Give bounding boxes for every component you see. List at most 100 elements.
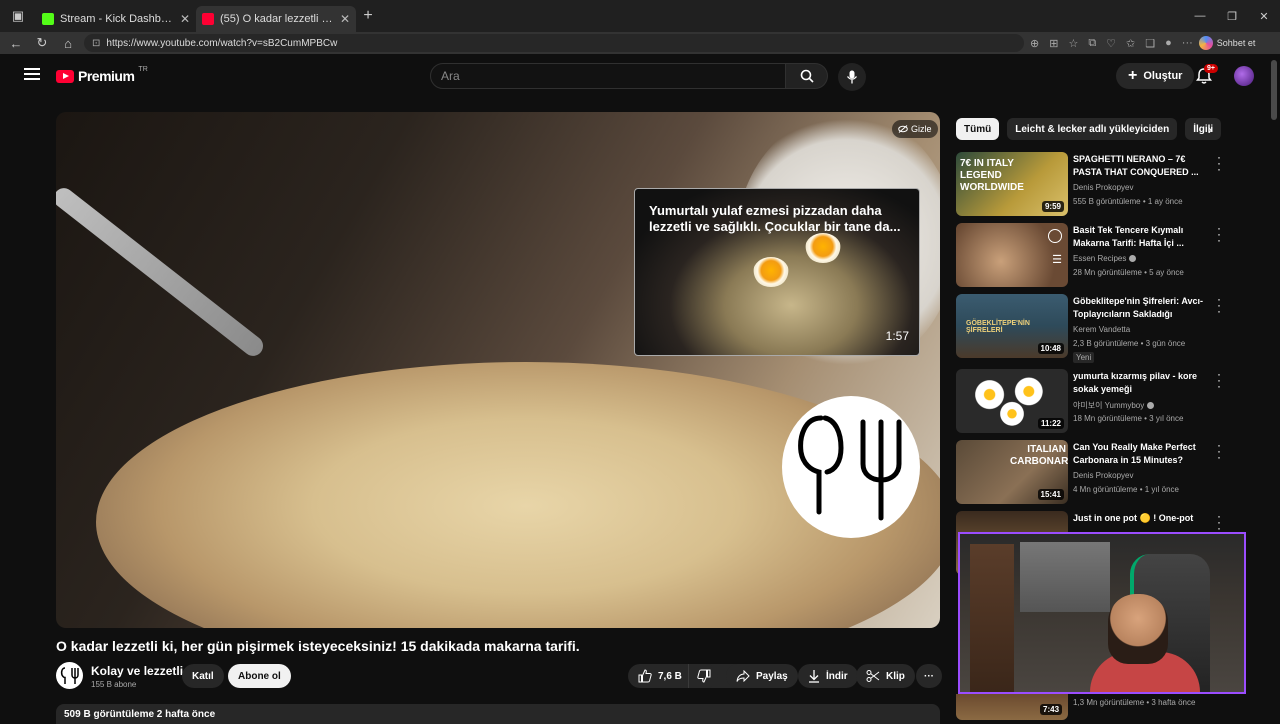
verified-icon bbox=[1147, 402, 1155, 410]
video-thumbnail[interactable]: ITALIAN CARBONARA 15:41 bbox=[956, 440, 1068, 504]
video-thumbnail[interactable]: GÖBEKLİTEPE'NİN ŞİFRELERİ 10:48 bbox=[956, 294, 1068, 358]
chip-all[interactable]: Tümü bbox=[956, 118, 1000, 140]
search-input[interactable]: Ara bbox=[430, 63, 786, 89]
channel-name[interactable]: Denis Prokopyev bbox=[1073, 471, 1133, 480]
recommendation-item[interactable]: 7€ IN ITALY LEGEND WORLDWIDE 9:59 SPAGHE… bbox=[956, 151, 1232, 223]
spoon-fork-logo-icon bbox=[798, 415, 902, 521]
more-vertical-icon[interactable]: · · · bbox=[1214, 293, 1224, 317]
channel-row[interactable]: 야미보이 Yummyboy bbox=[1073, 400, 1155, 411]
back-icon[interactable]: ← bbox=[6, 36, 26, 51]
new-tab-button[interactable]: + bbox=[356, 7, 380, 25]
maximize-icon[interactable]: ❐ bbox=[1216, 10, 1248, 23]
voice-search-button[interactable] bbox=[838, 63, 866, 91]
user-avatar[interactable] bbox=[1234, 66, 1254, 86]
chip-from-uploader[interactable]: Leicht & lecker adlı yükleyiciden bbox=[1007, 118, 1178, 140]
collections-icon[interactable]: ❑ bbox=[1145, 37, 1155, 50]
extensions-icon[interactable]: ⧉ bbox=[1088, 37, 1096, 50]
close-window-icon[interactable]: ✕ bbox=[1248, 10, 1280, 23]
site-info-icon[interactable]: ⊡ bbox=[92, 38, 100, 49]
url-text: https://www.youtube.com/watch?v=sB2CumMP… bbox=[106, 37, 338, 49]
channel-name[interactable]: Kerem Vandetta bbox=[1073, 325, 1130, 334]
browser-essentials-icon[interactable]: ♡ bbox=[1106, 37, 1116, 50]
more-vertical-icon[interactable]: · · · bbox=[1214, 510, 1224, 534]
owner-row: Kolay ve lezzetli 155 B abone Katıl Abon… bbox=[56, 662, 942, 690]
country-code: TR bbox=[138, 65, 148, 73]
like-button[interactable]: 7,6 B bbox=[628, 664, 738, 688]
video-title[interactable]: yumurta kızarmış pilav - kore sokak yeme… bbox=[1073, 370, 1211, 396]
recommendation-item[interactable]: ☰ Basit Tek Tencere Kıymalı Makarna Tari… bbox=[956, 222, 1232, 294]
endcard-title: Yumurtalı yulaf ezmesi pizzadan daha lez… bbox=[649, 203, 901, 234]
home-icon[interactable]: ⌂ bbox=[58, 36, 78, 51]
profile-icon[interactable]: ● bbox=[1165, 37, 1172, 50]
verified-icon bbox=[1129, 255, 1137, 263]
close-tab-icon[interactable]: ✕ bbox=[340, 12, 350, 26]
favorites-icon[interactable]: ✩ bbox=[1126, 37, 1135, 50]
video-title[interactable]: Just in one pot 🟡 ! One-pot bbox=[1073, 512, 1211, 525]
video-duration: 11:22 bbox=[1037, 418, 1064, 429]
video-thumbnail[interactable]: 11:22 bbox=[956, 369, 1068, 433]
copilot-button[interactable]: Sohbet et bbox=[1198, 36, 1255, 50]
minimize-icon[interactable]: — bbox=[1184, 10, 1216, 23]
add-to-queue-icon[interactable]: ☰ bbox=[1052, 253, 1062, 266]
channel-avatar[interactable] bbox=[56, 662, 83, 689]
channel-row[interactable]: Essen Recipes bbox=[1073, 254, 1137, 263]
create-button[interactable]: + Oluştur bbox=[1116, 63, 1195, 89]
video-thumbnail[interactable]: 7€ IN ITALY LEGEND WORLDWIDE 9:59 bbox=[956, 152, 1068, 216]
subscriber-count: 155 B abone bbox=[91, 680, 137, 689]
hide-endcards-button[interactable]: Gizle bbox=[892, 120, 938, 138]
endcard-video[interactable]: Yumurtalı yulaf ezmesi pizzadan daha lez… bbox=[634, 188, 920, 356]
description-box[interactable]: 509 B görüntüleme 2 hafta önce bbox=[56, 704, 940, 724]
url-field[interactable]: ⊡ https://www.youtube.com/watch?v=sB2Cum… bbox=[84, 34, 1024, 52]
video-title[interactable]: SPAGHETTI NERANO – 7€ PASTA THAT CONQUER… bbox=[1073, 153, 1211, 179]
channel-logo-watermark[interactable] bbox=[782, 396, 920, 538]
video-title[interactable]: Can You Really Make Perfect Carbonara in… bbox=[1073, 441, 1211, 467]
search-button[interactable] bbox=[786, 63, 828, 89]
more-vertical-icon[interactable]: · · · bbox=[1214, 439, 1224, 463]
youtube-logo[interactable]: Premium TR bbox=[56, 65, 148, 84]
watch-later-icon[interactable] bbox=[1048, 229, 1062, 243]
channel-name[interactable]: Kolay ve lezzetli bbox=[91, 664, 183, 678]
more-vertical-icon[interactable]: · · · bbox=[1214, 222, 1224, 246]
favorite-star-icon[interactable]: ☆ bbox=[1068, 37, 1078, 50]
chevron-right-icon[interactable]: › bbox=[1200, 118, 1220, 140]
recommendation-item-partial[interactable]: 7:43 1,3 Mn görüntüleme • 3 hafta önce bbox=[956, 694, 1232, 720]
webcam-person-face bbox=[1108, 594, 1168, 664]
recommendation-item[interactable]: GÖBEKLİTEPE'NİN ŞİFRELERİ 10:48 Göbeklit… bbox=[956, 293, 1232, 365]
hide-label: Gizle bbox=[911, 124, 932, 134]
clip-button[interactable]: Klip bbox=[856, 664, 915, 688]
address-bar-icons: ⊕ ⊞ ☆ ⧉ ♡ ✩ ❑ ● ··· bbox=[1030, 37, 1193, 50]
video-title[interactable]: Basit Tek Tencere Kıymalı Makarna Tarifi… bbox=[1073, 224, 1211, 250]
download-button[interactable]: İndir bbox=[798, 664, 858, 688]
menu-icon[interactable] bbox=[24, 68, 40, 80]
more-actions-button[interactable]: ··· bbox=[916, 664, 942, 688]
join-button[interactable]: Katıl bbox=[182, 664, 224, 688]
webcam-window bbox=[1020, 542, 1110, 612]
more-vertical-icon[interactable]: · · · bbox=[1214, 151, 1224, 175]
app-icon[interactable]: ⊞ bbox=[1049, 37, 1058, 50]
page-scrollbar[interactable] bbox=[1270, 60, 1278, 720]
channel-name[interactable]: Denis Prokopyev bbox=[1073, 183, 1133, 192]
recommendation-item[interactable]: ITALIAN CARBONARA 15:41 Can You Really M… bbox=[956, 439, 1232, 511]
share-icon bbox=[736, 670, 750, 682]
copilot-icon bbox=[1198, 36, 1213, 50]
video-thumbnail[interactable]: ☰ bbox=[956, 223, 1068, 287]
egg bbox=[753, 257, 789, 287]
translate-icon[interactable]: ⊕ bbox=[1030, 37, 1039, 50]
video-meta: 28 Mn görüntüleme • 5 ay önce bbox=[1073, 268, 1184, 277]
more-horizontal-icon: ··· bbox=[924, 670, 934, 682]
tab-actions-icon[interactable]: ▣ bbox=[0, 0, 36, 32]
subscribe-button[interactable]: Abone ol bbox=[228, 664, 291, 688]
share-button[interactable]: Paylaş bbox=[726, 664, 798, 688]
browser-tab-youtube[interactable]: (55) O kadar lezzetli ki, her gün pişirm… bbox=[196, 6, 356, 32]
close-tab-icon[interactable]: ✕ bbox=[180, 12, 190, 26]
more-options-icon[interactable]: ··· bbox=[1182, 37, 1193, 50]
recommendation-item[interactable]: 11:22 yumurta kızarmış pilav - kore soka… bbox=[956, 368, 1232, 440]
brand-label: Premium bbox=[78, 68, 135, 84]
browser-tab-kick[interactable]: Stream - Kick Dashboard ✕ bbox=[36, 6, 196, 32]
reload-icon[interactable]: ↻ bbox=[32, 35, 52, 51]
video-title[interactable]: Göbeklitepe'nin Şifreleri: Avcı-Toplayıc… bbox=[1073, 295, 1211, 323]
scrollbar-thumb[interactable] bbox=[1271, 60, 1277, 120]
more-vertical-icon[interactable]: · · · bbox=[1214, 368, 1224, 392]
dislike-button[interactable] bbox=[688, 664, 718, 688]
views-and-date: 509 B görüntüleme 2 hafta önce bbox=[64, 709, 216, 720]
